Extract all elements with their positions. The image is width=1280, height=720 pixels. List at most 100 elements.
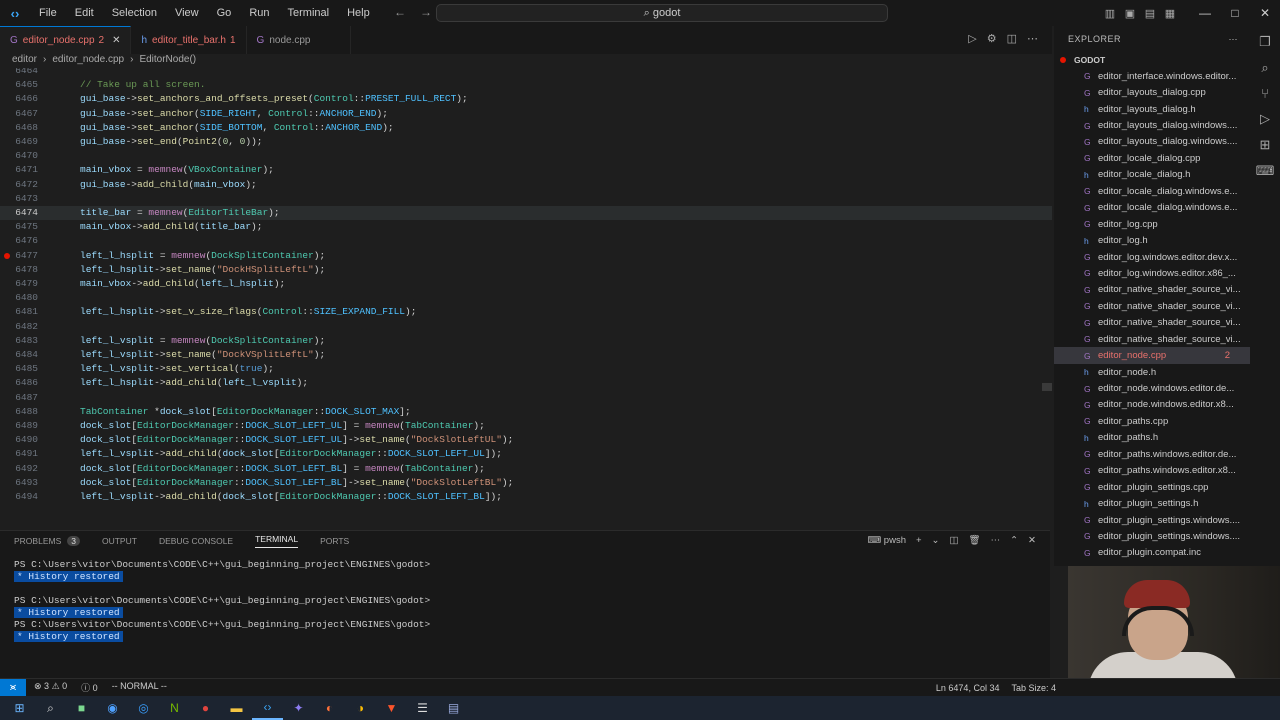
- breadcrumb-symbol[interactable]: EditorNode(): [139, 54, 196, 68]
- tab-editor-title-bar-h[interactable]: h editor_title_bar.h 1: [131, 26, 247, 54]
- file-item[interactable]: h editor_paths.h: [1054, 430, 1250, 446]
- browser-icon[interactable]: ◎: [128, 696, 159, 720]
- app-icon[interactable]: ●: [190, 696, 221, 720]
- run-debug-icon[interactable]: ▷: [1260, 111, 1270, 127]
- breadcrumb-file[interactable]: editor_node.cpp: [52, 54, 124, 68]
- code-line[interactable]: 6494 left_l_vsplit->add_child(dock_slot[E…: [0, 490, 1052, 504]
- brave-icon[interactable]: ▼: [376, 696, 407, 720]
- code-line[interactable]: 6467 gui_base->set_anchor(SIDE_RIGHT, Con…: [0, 107, 1052, 121]
- code-line[interactable]: 6490 dock_slot[EditorDockManager::DOCK_SL…: [0, 433, 1052, 447]
- app-icon[interactable]: ◉: [97, 696, 128, 720]
- menu-terminal[interactable]: Terminal: [279, 7, 339, 19]
- tab-problems[interactable]: PROBLEMS 3: [14, 536, 80, 546]
- file-item[interactable]: Geditor_log.windows.editor.dev.x...: [1054, 249, 1250, 265]
- code-line[interactable]: 6489 dock_slot[EditorDockManager::DOCK_SL…: [0, 419, 1052, 433]
- file-item[interactable]: Geditor_plugin_settings.windows....: [1054, 528, 1250, 544]
- extensions-icon[interactable]: ⊞: [1260, 137, 1271, 153]
- remote-icon[interactable]: ⪤: [0, 678, 26, 697]
- terminal-icon[interactable]: ⌨: [1256, 163, 1275, 179]
- close-icon[interactable]: ✕: [112, 35, 120, 46]
- menu-go[interactable]: Go: [208, 7, 241, 19]
- code-line[interactable]: 6472 gui_base->add_child(main_vbox);: [0, 178, 1052, 192]
- file-explorer-icon[interactable]: ▬: [221, 696, 252, 720]
- split-terminal-icon[interactable]: ◫: [950, 535, 959, 546]
- toggle-sidebar-icon[interactable]: ▥: [1100, 7, 1120, 20]
- file-item[interactable]: Geditor_paths.cpp: [1054, 413, 1250, 429]
- file-item[interactable]: h editor_layouts_dialog.h: [1054, 101, 1250, 117]
- chrome-icon[interactable]: ◑: [345, 696, 376, 720]
- code-line[interactable]: 6485 left_l_vsplit->set_vertical(true);: [0, 362, 1052, 376]
- menu-edit[interactable]: Edit: [66, 7, 103, 19]
- menu-file[interactable]: File: [30, 7, 66, 19]
- windows-start-icon[interactable]: ⊞: [4, 696, 35, 720]
- minimize-icon[interactable]: —: [1190, 6, 1220, 20]
- code-line[interactable]: 6479 main_vbox->add_child(left_l_hsplit);: [0, 277, 1052, 291]
- app-icon[interactable]: ■: [66, 696, 97, 720]
- file-item[interactable]: Geditor_native_shader_source_vi...: [1054, 315, 1250, 331]
- close-window-icon[interactable]: ✕: [1250, 6, 1280, 20]
- scrollbar-thumb[interactable]: [1042, 383, 1052, 391]
- more-actions-icon[interactable]: ⋯: [1027, 32, 1038, 45]
- code-line[interactable]: 6487: [0, 391, 1052, 405]
- tab-node-cpp[interactable]: G node.cpp: [247, 26, 352, 54]
- menu-help[interactable]: Help: [338, 7, 379, 19]
- menu-view[interactable]: View: [166, 7, 208, 19]
- file-item[interactable]: Geditor_native_shader_source_vi...: [1054, 331, 1250, 347]
- code-line[interactable]: 6471 main_vbox = memnew(VBoxContainer);: [0, 163, 1052, 177]
- file-item[interactable]: Geditor_locale_dialog.cpp: [1054, 150, 1250, 166]
- vscode-taskbar-icon[interactable]: ‹›: [252, 696, 283, 720]
- tab-debug-console[interactable]: DEBUG CONSOLE: [159, 536, 233, 546]
- app-icon[interactable]: N: [159, 696, 190, 720]
- code-line[interactable]: 6484 left_l_vsplit->set_name("DockVSplitL…: [0, 348, 1052, 362]
- breakpoint-icon[interactable]: [4, 252, 10, 259]
- files-icon[interactable]: ❐: [1259, 34, 1271, 50]
- code-line[interactable]: 6464: [0, 68, 1052, 78]
- customize-layout-icon[interactable]: ▦: [1160, 7, 1180, 20]
- app-icon[interactable]: ✦: [283, 696, 314, 720]
- toggle-secondary-sidebar-icon[interactable]: ▤: [1140, 7, 1160, 20]
- file-item[interactable]: Geditor_plugin_settings.windows....: [1054, 512, 1250, 528]
- code-line[interactable]: 6480: [0, 291, 1052, 305]
- code-line[interactable]: 6475 main_vbox->add_child(title_bar);: [0, 220, 1052, 234]
- indentation[interactable]: Tab Size: 4: [1011, 683, 1056, 693]
- code-line[interactable]: 6491 left_l_vsplit->add_child(dock_slot[E…: [0, 447, 1052, 461]
- settings-gear-icon[interactable]: ⚙: [987, 32, 997, 45]
- more-actions-icon[interactable]: ⋯: [991, 535, 1001, 546]
- cursor-position[interactable]: Ln 6474, Col 34: [936, 683, 1000, 693]
- file-item[interactable]: Geditor_locale_dialog.windows.e...: [1054, 200, 1250, 216]
- tab-editor-node-cpp[interactable]: G editor_node.cpp 2 ✕: [0, 26, 132, 54]
- code-line[interactable]: 6488 TabContainer *dock_slot[EditorDockMa…: [0, 405, 1052, 419]
- file-item[interactable]: Geditor_locale_dialog.windows.e...: [1054, 183, 1250, 199]
- code-line[interactable]: 6473: [0, 192, 1052, 206]
- code-editor[interactable]: 6464 6465 // Take up all screen. 6466 gui_ba…: [0, 68, 1052, 524]
- code-line[interactable]: 6468 gui_base->set_anchor(SIDE_BOTTOM, Co…: [0, 121, 1052, 135]
- file-item[interactable]: h editor_node.h: [1054, 364, 1250, 380]
- code-line[interactable]: 6476: [0, 234, 1052, 248]
- tab-ports[interactable]: PORTS: [320, 536, 349, 546]
- maximize-panel-icon[interactable]: ⌃: [1010, 535, 1018, 546]
- search-icon[interactable]: ⌕: [1261, 60, 1268, 76]
- file-item[interactable]: Geditor_native_shader_source_vi...: [1054, 282, 1250, 298]
- file-item[interactable]: h editor_locale_dialog.h: [1054, 167, 1250, 183]
- code-line[interactable]: 6478 left_l_hsplit->set_name("DockHSplitL…: [0, 263, 1052, 277]
- maximize-icon[interactable]: □: [1220, 6, 1250, 20]
- code-line[interactable]: 6483 left_l_vsplit = memnew(DockSplitCont…: [0, 334, 1052, 348]
- tab-output[interactable]: OUTPUT: [102, 536, 137, 546]
- more-actions-icon[interactable]: ⋯: [1229, 34, 1239, 45]
- file-item[interactable]: h editor_plugin_settings.h: [1054, 495, 1250, 511]
- file-item[interactable]: Geditor_layouts_dialog.windows....: [1054, 117, 1250, 133]
- tab-terminal[interactable]: TERMINAL: [255, 534, 299, 548]
- source-control-icon[interactable]: ⑂: [1261, 86, 1269, 101]
- code-line[interactable]: 6474 title_bar = memnew(EditorTitleBar);: [0, 206, 1052, 220]
- file-item[interactable]: Geditor_interface.windows.editor...: [1054, 68, 1250, 84]
- code-line[interactable]: 6481 left_l_hsplit->set_v_size_flags(Cont…: [0, 305, 1052, 319]
- file-item[interactable]: Geditor_paths.windows.editor.de...: [1054, 446, 1250, 462]
- code-line[interactable]: 6469 gui_base->set_end(Point2(0, 0));: [0, 135, 1052, 149]
- code-line[interactable]: 6482: [0, 320, 1052, 334]
- terminal-output[interactable]: PS C:\Users\vitor\Documents\CODE\C++\gui…: [14, 559, 430, 643]
- app-icon[interactable]: ▤: [438, 696, 469, 720]
- code-line[interactable]: 6477 left_l_hsplit = memnew(DockSplitCont…: [0, 249, 1052, 263]
- chevron-down-icon[interactable]: ⌄: [932, 535, 940, 546]
- code-line[interactable]: 6492 dock_slot[EditorDockManager::DOCK_SL…: [0, 462, 1052, 476]
- split-editor-icon[interactable]: ◫: [1007, 32, 1017, 45]
